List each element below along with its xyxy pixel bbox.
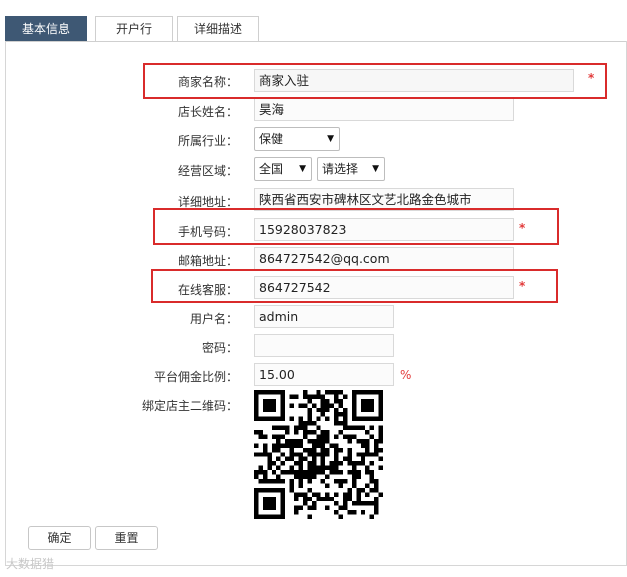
email-input[interactable]: 864727542@qq.com: [254, 247, 514, 270]
password-label: 密码：: [201, 341, 238, 355]
phone-highlight-box: [153, 208, 559, 245]
region-province-select[interactable]: 请选择 ▼: [317, 157, 385, 181]
industry-selected-value: 保健: [259, 132, 284, 146]
tab-bank-account[interactable]: 开户行: [95, 16, 173, 42]
confirm-button[interactable]: 确定: [28, 526, 91, 550]
username-input[interactable]: admin: [254, 305, 394, 328]
shop-name-highlight-box: [143, 63, 607, 99]
commission-input[interactable]: 15.00: [254, 363, 394, 386]
caret-down-icon: ▼: [327, 134, 334, 144]
industry-label: 所属行业：: [177, 134, 238, 148]
tab-basic-info[interactable]: 基本信息: [5, 16, 87, 42]
tab-detail-description[interactable]: 详细描述: [177, 16, 259, 42]
owner-name-label: 店长姓名：: [177, 105, 238, 119]
caret-down-icon: ▼: [372, 164, 379, 174]
region-country-value: 全国: [259, 162, 284, 176]
service-highlight-box: [151, 269, 558, 303]
username-label: 用户名：: [189, 312, 238, 326]
owner-name-input[interactable]: 昊海: [254, 98, 514, 121]
commission-label: 平台佣金比例：: [153, 370, 238, 384]
watermark: 大数据猎: [6, 557, 55, 571]
industry-select[interactable]: 保健 ▼: [254, 127, 340, 151]
password-input[interactable]: [254, 334, 394, 357]
region-label: 经营区域：: [177, 164, 238, 178]
qr-code-icon: [254, 390, 383, 519]
email-label: 邮箱地址：: [177, 254, 238, 268]
commission-unit: %: [400, 368, 412, 382]
region-province-value: 请选择: [322, 162, 359, 176]
caret-down-icon: ▼: [299, 164, 306, 174]
qrcode-label: 绑定店主二维码：: [141, 399, 238, 413]
region-country-select[interactable]: 全国 ▼: [254, 157, 312, 181]
reset-button[interactable]: 重置: [95, 526, 158, 550]
